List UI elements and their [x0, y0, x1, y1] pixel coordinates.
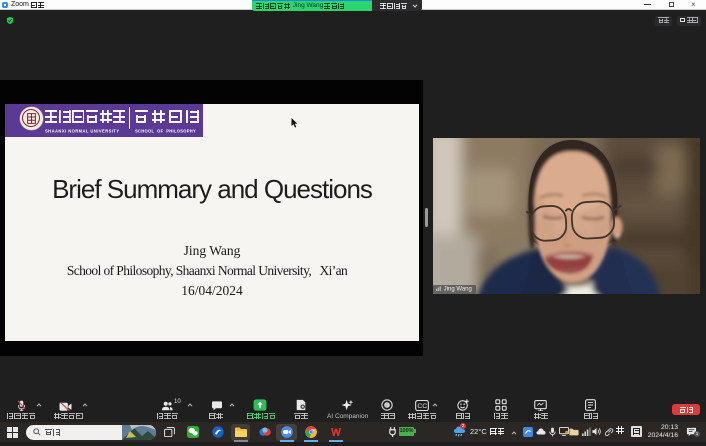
- svg-text:CC: CC: [417, 403, 427, 410]
